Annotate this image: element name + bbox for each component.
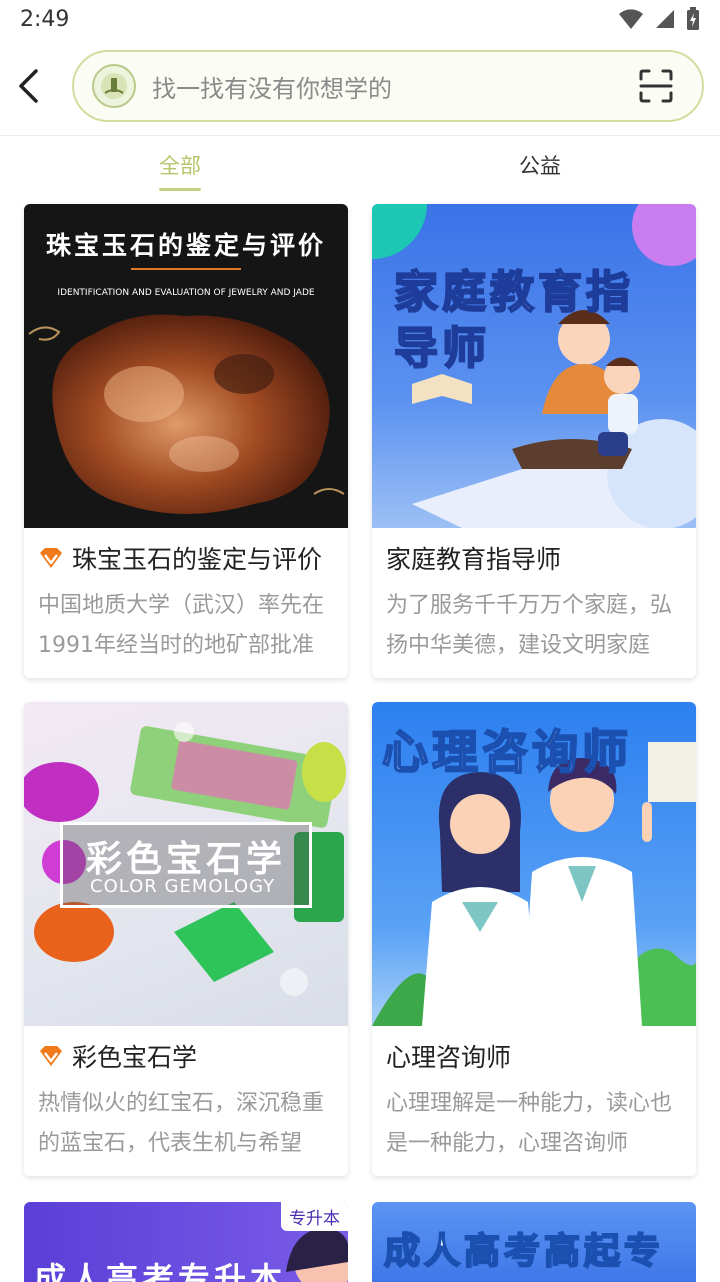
thumb-title: 彩色宝石学	[86, 839, 287, 880]
card-title: 珠宝玉石的鉴定与评价	[72, 545, 323, 574]
course-card[interactable]: 彩色宝石学 COLOR GEMOLOGY 彩色宝石学 热情似火的红宝石，深沉稳重…	[24, 702, 348, 1176]
course-card[interactable]: 心理咨询师 心理咨询师 心理理解是一种能力，读心也是一种能力，心理咨询师	[372, 702, 696, 1176]
search-bar[interactable]: 找一找有没有你想学的	[72, 50, 704, 122]
partial-thumb-text: 成人高考专升本	[34, 1260, 287, 1282]
partial-thumb-text: 成人高考高起专	[383, 1230, 665, 1273]
partial-badge: 专升本	[281, 1202, 348, 1231]
card-title-row: 彩色宝石学	[38, 1038, 338, 1074]
course-thumbnail: 彩色宝石学 COLOR GEMOLOGY	[24, 702, 348, 1026]
card-description: 心理理解是一种能力，读心也是一种能力，心理咨询师	[386, 1091, 673, 1156]
thumb-subtitle: COLOR GEMOLOGY	[90, 876, 276, 897]
vip-diamond-icon	[40, 1046, 62, 1066]
course-thumbnail: 珠宝玉石的鉴定与评价 IDENTIFICATION AND EVALUATION…	[24, 204, 348, 528]
vip-diamond-icon	[40, 548, 62, 568]
app-logo-icon	[92, 64, 136, 108]
thumb-title-line2: 导师	[393, 322, 490, 375]
card-title: 心理咨询师	[386, 1043, 512, 1072]
course-card[interactable]: 家庭教育指 导师 家庭教育指导师 为了服务千千万万个家庭，弘扬中华美德，建设文明…	[372, 204, 696, 678]
battery-icon	[687, 7, 699, 30]
tab-public-welfare[interactable]: 公益	[519, 150, 561, 180]
card-title-row: 家庭教育指导师	[386, 540, 686, 576]
back-arrow-icon	[19, 69, 38, 103]
thumb-title: 心理咨询师	[381, 724, 632, 780]
course-card[interactable]: 珠宝玉石的鉴定与评价 IDENTIFICATION AND EVALUATION…	[24, 204, 348, 678]
card-title: 彩色宝石学	[72, 1043, 198, 1072]
scan-button[interactable]	[638, 68, 674, 104]
wifi-icon	[619, 9, 643, 29]
course-card-partial[interactable]: 成人高考高起专	[372, 1202, 696, 1282]
card-description: 热情似火的红宝石，深沉稳重的蓝宝石，代表生机与希望	[38, 1091, 325, 1156]
agate-stone-image	[28, 314, 345, 514]
signal-icon	[656, 10, 674, 28]
category-tabs: 全部 公益	[0, 140, 720, 192]
card-description: 为了服务千千万万个家庭，弘扬中华美德，建设文明家庭	[386, 593, 673, 658]
header-divider	[0, 135, 720, 136]
active-tab-indicator	[159, 188, 201, 191]
tab-all[interactable]: 全部	[159, 150, 201, 180]
card-title: 家庭教育指导师	[386, 545, 562, 574]
search-input[interactable]: 找一找有没有你想学的	[152, 69, 392, 104]
status-time: 2:49	[20, 6, 70, 32]
thumb-title-line1: 家庭教育指	[393, 266, 634, 319]
course-card-partial[interactable]: 成人高考专升本 专升本	[24, 1202, 348, 1282]
status-bar: 2:49	[0, 0, 720, 38]
back-button[interactable]	[8, 62, 48, 110]
card-title-row: 珠宝玉石的鉴定与评价	[38, 540, 338, 576]
card-title-row: 心理咨询师	[386, 1038, 686, 1074]
course-thumbnail: 家庭教育指 导师	[372, 204, 696, 528]
course-thumbnail: 心理咨询师	[372, 702, 696, 1026]
top-bar: 找一找有没有你想学的	[0, 44, 720, 134]
scan-icon	[639, 69, 673, 103]
card-description: 中国地质大学（武汉）率先在1991年经当时的地矿部批准	[38, 593, 325, 658]
